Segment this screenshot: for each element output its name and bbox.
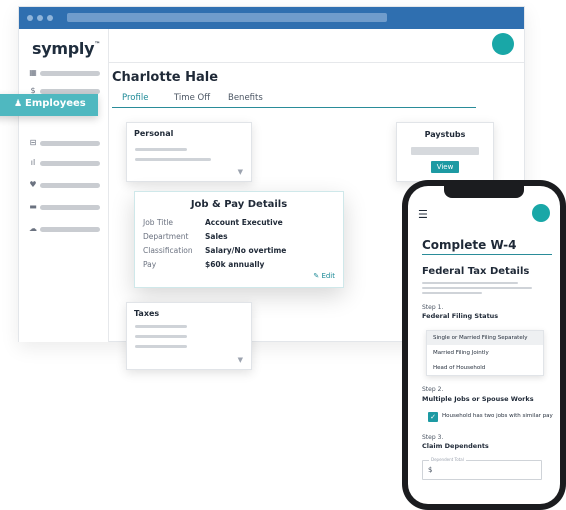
step-label: Step 2. — [422, 386, 444, 393]
pencil-icon: ✎ — [313, 272, 320, 280]
dependent-total-input[interactable]: Dependent Total $ — [422, 457, 542, 480]
address-bar[interactable] — [67, 13, 387, 22]
sidebar-item-cloud[interactable]: ☁ — [28, 224, 100, 235]
window-dot-icon — [37, 15, 43, 21]
menu-icon[interactable]: ☰ — [418, 208, 428, 221]
browser-titlebar — [19, 7, 524, 29]
step-title: Multiple Jobs or Spouse Works — [422, 395, 534, 403]
view-paystub-button[interactable]: View — [431, 161, 459, 173]
avatar[interactable] — [492, 33, 514, 55]
filing-option[interactable]: Head of Household — [427, 361, 543, 375]
cloud-icon: ☁ — [29, 224, 37, 233]
taxes-card[interactable]: Taxes ▼ — [126, 302, 252, 370]
tab-time-off[interactable]: Time Off — [174, 93, 210, 103]
dashboard-icon: ▦ — [29, 68, 37, 77]
chevron-down-icon[interactable]: ▼ — [238, 356, 243, 364]
step-label: Step 1. — [422, 304, 444, 311]
step-title: Claim Dependents — [422, 442, 489, 450]
window-dot-icon — [47, 15, 53, 21]
sidebar-item-benefits[interactable]: ♥ — [28, 180, 100, 191]
job-pay-card: Job & Pay Details Job Title Account Exec… — [134, 191, 344, 288]
card-title: Paystubs — [424, 130, 466, 139]
edit-button[interactable]: ✎ Edit — [313, 272, 335, 280]
tab-profile[interactable]: Profile — [122, 93, 148, 103]
sidebar-item-employees[interactable]: ♟ Employees — [0, 94, 98, 116]
phone-screen: ☰ Complete W-4 Federal Tax Details Step … — [408, 186, 560, 504]
sidebar-item-reports[interactable]: ıl — [28, 158, 100, 169]
paystubs-card: Paystubs View — [396, 122, 494, 182]
sidebar-item-dashboard[interactable]: ▦ — [28, 68, 100, 79]
sidebar-item-label: Employees — [25, 98, 86, 109]
checkbox-label: Household has two jobs with similar pay — [442, 413, 553, 419]
section-title: Federal Tax Details — [422, 266, 530, 277]
step-label: Step 3. — [422, 434, 444, 441]
chevron-down-icon[interactable]: ▼ — [238, 168, 243, 176]
monitor-icon: ▬ — [29, 202, 37, 211]
card-title: Job & Pay Details — [190, 199, 288, 210]
profile-tabs: Profile Time Off Benefits — [112, 88, 476, 108]
form-title: Complete W-4 — [422, 238, 517, 252]
phone-mockup: ☰ Complete W-4 Federal Tax Details Step … — [402, 180, 566, 510]
avatar[interactable] — [532, 204, 550, 222]
tab-benefits[interactable]: Benefits — [228, 93, 263, 103]
filing-option[interactable]: Married Filing Jointly — [427, 346, 543, 360]
personal-card[interactable]: Personal ▼ — [126, 122, 252, 182]
phone-notch — [444, 186, 524, 198]
sidebar-item-devices[interactable]: ▬ — [28, 202, 100, 213]
window-dot-icon — [27, 15, 33, 21]
filing-option[interactable]: Single or Married Filing Separately — [427, 331, 543, 345]
page-title: Charlotte Hale — [112, 70, 219, 85]
card-title: Taxes — [134, 309, 160, 318]
household-checkbox[interactable]: ✓ — [428, 412, 438, 422]
brand-logo[interactable]: symply™ — [32, 39, 100, 58]
bar-chart-icon: ıl — [30, 158, 36, 167]
ticket-icon: ⊟ — [29, 138, 37, 147]
card-title: Personal — [134, 129, 174, 138]
heart-icon: ♥ — [29, 180, 37, 189]
title-divider — [422, 254, 552, 255]
sidebar-item-tickets[interactable]: ⊟ — [28, 138, 100, 149]
user-icon: ♟ — [14, 99, 23, 109]
step-title: Federal Filing Status — [422, 312, 499, 320]
sidebar: symply™ ▦ $ ⊟ ıl ♥ ▬ ☁ — [19, 29, 109, 342]
filing-status-dropdown[interactable]: Single or Married Filing Separately Marr… — [426, 330, 544, 376]
